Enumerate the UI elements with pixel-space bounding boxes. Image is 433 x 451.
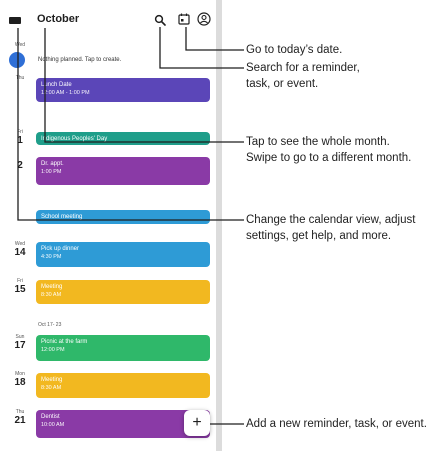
app-bar: October: [0, 0, 216, 40]
day-number: 1: [17, 135, 23, 146]
event-title: Pick up dinner: [41, 246, 80, 252]
event-time: 12:00 AM - 1:00 PM: [41, 90, 90, 96]
callout-add: Add a new reminder, task, or event.: [246, 418, 427, 430]
event-card[interactable]: Picnic at the farm 12:00 PM: [36, 335, 210, 361]
search-icon[interactable]: [154, 14, 166, 26]
event-time: 8:30 AM: [41, 292, 62, 298]
event-title: Dr. appt.: [41, 161, 64, 167]
day-number: 15: [14, 284, 26, 295]
event-title: Dentist: [41, 414, 60, 420]
day-label: 2: [7, 160, 33, 171]
event-time: 1:00 PM: [41, 169, 62, 175]
week-separator: Oct 17- 23: [38, 322, 62, 328]
empty-day-prompt[interactable]: Nothing planned. Tap to create.: [38, 57, 121, 63]
event-card[interactable]: Meeting 8:30 AM: [36, 280, 210, 304]
event-time: 12:00 PM: [41, 347, 65, 353]
event-title: Lunch Date: [41, 82, 72, 88]
event-card[interactable]: Dr. appt. 1:00 PM: [36, 157, 210, 185]
event-title: Meeting: [41, 284, 63, 290]
event-card[interactable]: Indigenous Peoples' Day: [36, 132, 210, 145]
month-title[interactable]: October: [37, 13, 79, 25]
event-card[interactable]: Lunch Date 12:00 AM - 1:00 PM: [36, 78, 210, 102]
callout-search: Search for a reminder, task, or event.: [246, 62, 360, 90]
today-badge: [9, 52, 25, 68]
calendar-app-screen: October Wed Nothing planned. Tap to crea…: [0, 0, 220, 451]
event-title: School meeting: [41, 214, 83, 220]
day-label: Fri 15: [7, 279, 33, 295]
event-card[interactable]: Pick up dinner 4:30 PM: [36, 242, 210, 267]
event-time: 8:30 AM: [41, 385, 62, 391]
day-label: Fri 1: [7, 130, 33, 146]
add-event-button[interactable]: +: [184, 410, 210, 436]
callout-today: Go to today’s date.: [246, 44, 343, 56]
event-title: Picnic at the farm: [41, 339, 88, 345]
day-label: Thu: [7, 76, 33, 81]
event-title: Meeting: [41, 377, 63, 383]
plus-icon: +: [192, 414, 202, 431]
day-label: Sun 17: [7, 335, 33, 351]
day-of-week: Wed: [14, 42, 26, 48]
day-number: 18: [14, 377, 26, 388]
event-card[interactable]: Meeting 8:30 AM: [36, 373, 210, 398]
day-number: 17: [14, 340, 26, 351]
event-card[interactable]: School meeting: [36, 210, 210, 224]
callout-menu: Change the calendar view, adjust setting…: [246, 214, 416, 242]
day-of-week: Thu: [15, 75, 25, 81]
event-time: 4:30 PM: [41, 254, 62, 260]
callout-month: Tap to see the whole month. Swipe to go …: [246, 136, 412, 164]
account-icon[interactable]: [197, 12, 211, 26]
menu-icon[interactable]: [9, 17, 21, 24]
calendar-today-icon[interactable]: [178, 13, 190, 25]
day-label: Mon 18: [7, 372, 33, 388]
event-time: 10:00 AM: [41, 422, 65, 428]
event-title: Indigenous Peoples' Day: [41, 136, 108, 142]
day-label: Thu 21: [7, 410, 33, 426]
day-number: 2: [17, 160, 23, 171]
day-number: 14: [14, 247, 26, 258]
phone-frame-edge: [216, 0, 222, 451]
day-number: 21: [14, 415, 26, 426]
day-label-today: Wed: [7, 43, 33, 48]
day-label: Wed 14: [7, 242, 33, 258]
